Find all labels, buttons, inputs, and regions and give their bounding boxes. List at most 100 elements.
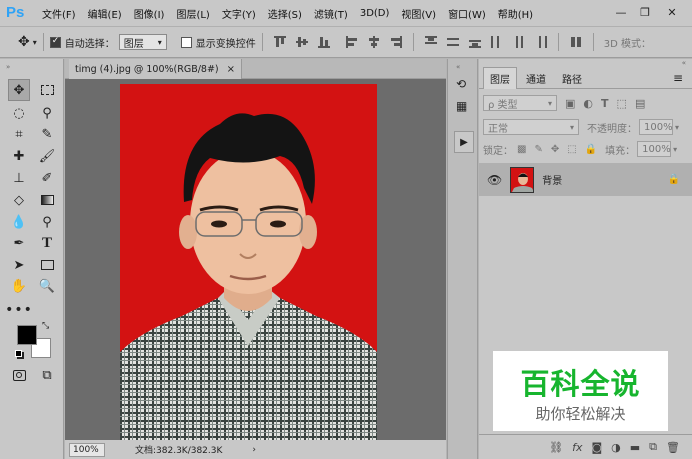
- chevron-right-icon[interactable]: ›: [252, 445, 256, 455]
- quick-mask-icon[interactable]: [8, 364, 30, 386]
- gradient-tool-icon[interactable]: [36, 189, 58, 211]
- chevron-down-icon[interactable]: ▾: [673, 145, 677, 154]
- trash-icon[interactable]: 🗑: [666, 441, 680, 454]
- lasso-tool-icon[interactable]: ◌: [8, 102, 30, 124]
- tab-layers[interactable]: 图层: [483, 67, 517, 89]
- panel-menu-icon[interactable]: ≡: [669, 67, 687, 89]
- collapse-icon[interactable]: «: [682, 59, 686, 67]
- clone-stamp-tool-icon[interactable]: ⊥: [8, 167, 30, 189]
- filter-kind-select[interactable]: ρ 类型 ▾: [483, 95, 557, 111]
- brush-tool-icon[interactable]: 🖌: [36, 145, 58, 167]
- folder-icon[interactable]: ▬: [630, 441, 640, 454]
- filter-pixel-icon[interactable]: ▣: [565, 97, 575, 110]
- hand-tool-icon[interactable]: ✋: [8, 275, 30, 297]
- auto-select-label: 自动选择：: [64, 38, 115, 50]
- menu-edit[interactable]: 编辑(E): [88, 6, 122, 21]
- align-hcenter-icon[interactable]: [367, 35, 381, 49]
- rectangle-tool-icon[interactable]: [36, 254, 58, 276]
- more-tools-icon[interactable]: •••: [5, 299, 32, 321]
- collapse-icon[interactable]: «: [456, 63, 460, 71]
- distribute-vcenter-icon[interactable]: [446, 35, 460, 49]
- swap-colors-icon[interactable]: ⤡: [42, 321, 49, 331]
- menu-window[interactable]: 窗口(W): [448, 6, 486, 21]
- opacity-field[interactable]: 100%: [639, 119, 673, 135]
- align-vcenter-icon[interactable]: [295, 35, 309, 49]
- menu-help[interactable]: 帮助(H): [498, 6, 533, 21]
- history-icon[interactable]: ⟲: [456, 77, 466, 91]
- new-layer-icon[interactable]: ⧉: [649, 440, 657, 454]
- align-right-icon[interactable]: [389, 35, 403, 49]
- blur-tool-icon[interactable]: 💧: [8, 211, 30, 233]
- fill-field[interactable]: 100%: [637, 141, 672, 157]
- filter-type-icon[interactable]: T: [601, 97, 609, 110]
- fx-icon[interactable]: fx: [572, 441, 582, 454]
- move-tool-icon[interactable]: ✥: [18, 34, 30, 50]
- tab-channels[interactable]: 通道: [519, 67, 553, 89]
- layer-row[interactable]: 👁 背景 🔒: [479, 163, 692, 196]
- menu-view[interactable]: 视图(V): [401, 6, 436, 21]
- type-tool-icon[interactable]: T: [36, 232, 58, 254]
- menu-image[interactable]: 图像(I): [134, 6, 165, 21]
- auto-select-checkbox[interactable]: [49, 36, 61, 48]
- marquee-tool-icon[interactable]: [36, 79, 58, 101]
- auto-select-dropdown[interactable]: 图层 ▾: [118, 34, 167, 50]
- tab-paths[interactable]: 路径: [555, 67, 589, 89]
- document-info: 文档:382.3K/382.3K: [135, 446, 223, 456]
- chevron-down-icon[interactable]: ▾: [33, 38, 37, 47]
- actions-icon[interactable]: ▦: [456, 99, 467, 113]
- zoom-level-field[interactable]: 100%: [69, 442, 105, 457]
- menu-layer[interactable]: 图层(L): [176, 6, 209, 21]
- healing-brush-tool-icon[interactable]: ✚: [8, 145, 30, 167]
- filter-adjustment-icon[interactable]: ◐: [583, 97, 593, 110]
- eye-icon[interactable]: 👁: [487, 173, 502, 187]
- distribute-bottom-icon[interactable]: [468, 35, 482, 49]
- adjustment-icon[interactable]: ◑: [611, 441, 621, 454]
- path-selection-tool-icon[interactable]: ➤: [8, 254, 30, 276]
- align-bottom-icon[interactable]: [317, 35, 331, 49]
- canvas-photo[interactable]: [120, 84, 377, 440]
- chevron-down-icon[interactable]: ▾: [675, 123, 679, 132]
- distribute-right-icon[interactable]: [534, 35, 548, 49]
- foreground-color-swatch[interactable]: [17, 325, 37, 345]
- align-top-icon[interactable]: [273, 35, 287, 49]
- minimize-button[interactable]: —: [610, 3, 632, 21]
- pen-tool-icon[interactable]: ✒: [8, 232, 30, 254]
- screen-mode-icon[interactable]: ⧉: [36, 364, 58, 386]
- distribute-left-icon[interactable]: [490, 35, 504, 49]
- distribute-hcenter-icon[interactable]: [512, 35, 526, 49]
- move-tool-icon[interactable]: ✥: [8, 79, 30, 101]
- default-colors-icon[interactable]: [15, 350, 22, 357]
- lock-artboard-icon[interactable]: ⬚: [567, 144, 576, 155]
- history-brush-tool-icon[interactable]: ✐: [36, 167, 58, 189]
- menu-select[interactable]: 选择(S): [268, 6, 302, 21]
- lock-all-icon[interactable]: 🔒: [585, 144, 597, 155]
- blend-mode-select[interactable]: 正常 ▾: [483, 119, 579, 135]
- lock-position-icon[interactable]: ✥: [551, 144, 559, 155]
- link-icon[interactable]: ⛓: [549, 441, 563, 454]
- lock-transparent-icon[interactable]: ▩: [517, 144, 526, 155]
- restore-button[interactable]: ❐: [634, 3, 656, 21]
- menu-type[interactable]: 文字(Y): [222, 6, 256, 21]
- magic-wand-tool-icon[interactable]: ⚲: [36, 102, 58, 124]
- align-left-icon[interactable]: [345, 35, 359, 49]
- eyedropper-tool-icon[interactable]: ✎: [36, 123, 58, 145]
- eraser-tool-icon[interactable]: ◇: [8, 189, 30, 211]
- menu-filter[interactable]: 滤镜(T): [314, 6, 348, 21]
- lock-pixels-icon[interactable]: ✎: [534, 144, 542, 155]
- show-transform-checkbox[interactable]: [180, 36, 192, 48]
- distribute-top-icon[interactable]: [424, 35, 438, 49]
- filter-shape-icon[interactable]: ⬚: [617, 97, 627, 110]
- menu-file[interactable]: 文件(F): [42, 6, 76, 21]
- collapse-icon[interactable]: »: [6, 63, 10, 71]
- close-icon[interactable]: ×: [227, 64, 235, 75]
- filter-smart-object-icon[interactable]: ▤: [635, 97, 645, 110]
- close-button[interactable]: ✕: [658, 3, 686, 21]
- dodge-tool-icon[interactable]: ⚲: [36, 211, 58, 233]
- menu-3d[interactable]: 3D(D): [360, 8, 390, 19]
- document-tab[interactable]: timg (4).jpg @ 100%(RGB/8#) ×: [69, 59, 243, 79]
- play-icon[interactable]: ▶: [454, 131, 474, 153]
- auto-align-icon[interactable]: [569, 35, 583, 49]
- mask-icon[interactable]: ◙: [591, 441, 602, 454]
- crop-tool-icon[interactable]: ⌗: [8, 123, 30, 145]
- zoom-tool-icon[interactable]: 🔍: [36, 275, 58, 297]
